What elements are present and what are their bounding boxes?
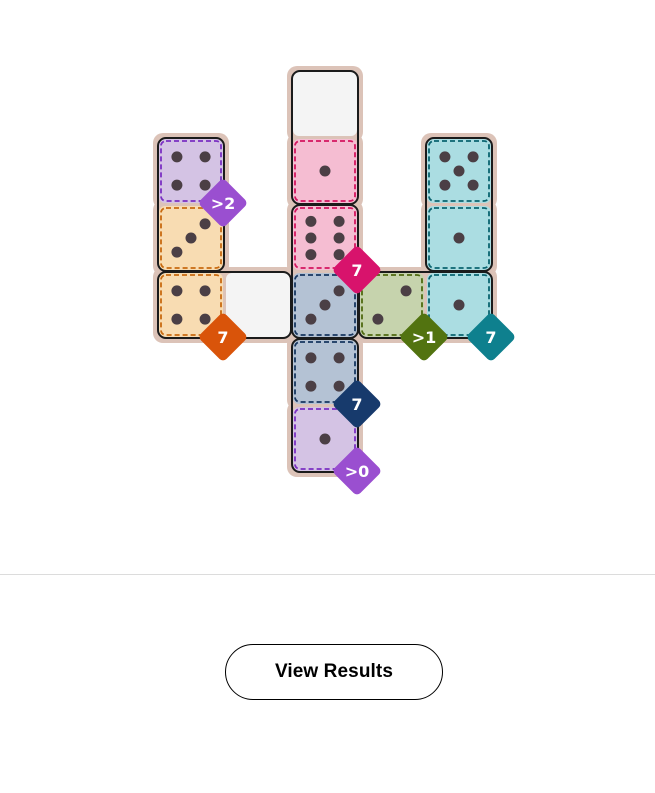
badge-label: 7 — [217, 328, 228, 347]
pip — [305, 313, 317, 325]
pip — [199, 218, 211, 230]
cell-background — [293, 72, 357, 136]
pip — [467, 179, 479, 191]
pip — [305, 352, 317, 364]
pip — [333, 232, 345, 244]
cell-teal-5 — [427, 139, 491, 203]
pip — [305, 249, 317, 261]
pip — [333, 215, 345, 227]
pip — [171, 313, 183, 325]
pip — [439, 151, 451, 163]
pip — [439, 179, 451, 191]
pip — [319, 433, 331, 445]
pip — [171, 246, 183, 258]
pip — [333, 352, 345, 364]
pip — [171, 151, 183, 163]
pip — [333, 249, 345, 261]
pip — [400, 285, 412, 297]
pip — [453, 165, 465, 177]
pip — [185, 232, 197, 244]
pip — [333, 380, 345, 392]
pip — [199, 313, 211, 325]
pip — [305, 215, 317, 227]
pip — [319, 165, 331, 177]
badge-label: 7 — [485, 328, 496, 347]
pip — [372, 313, 384, 325]
badge-label: >1 — [412, 328, 437, 347]
pip — [305, 232, 317, 244]
view-results-button[interactable]: View Results — [225, 644, 443, 700]
pip — [171, 179, 183, 191]
pip — [319, 299, 331, 311]
puzzle-board: >2 7 7 >1 7 7 >0 — [153, 66, 515, 495]
pip — [453, 232, 465, 244]
badge-label: >0 — [345, 462, 370, 481]
pip — [305, 380, 317, 392]
badge-label: 7 — [351, 395, 362, 414]
pip — [333, 285, 345, 297]
cell-pink-1 — [293, 139, 357, 203]
pip — [467, 151, 479, 163]
pip — [199, 179, 211, 191]
cell-teal-1 — [427, 206, 491, 270]
empty-cell — [293, 72, 357, 136]
pip — [199, 151, 211, 163]
badge-label: 7 — [351, 261, 362, 280]
badge-label: >2 — [211, 194, 236, 213]
pip — [199, 285, 211, 297]
section-divider — [0, 574, 655, 575]
pip — [171, 285, 183, 297]
pip — [453, 299, 465, 311]
